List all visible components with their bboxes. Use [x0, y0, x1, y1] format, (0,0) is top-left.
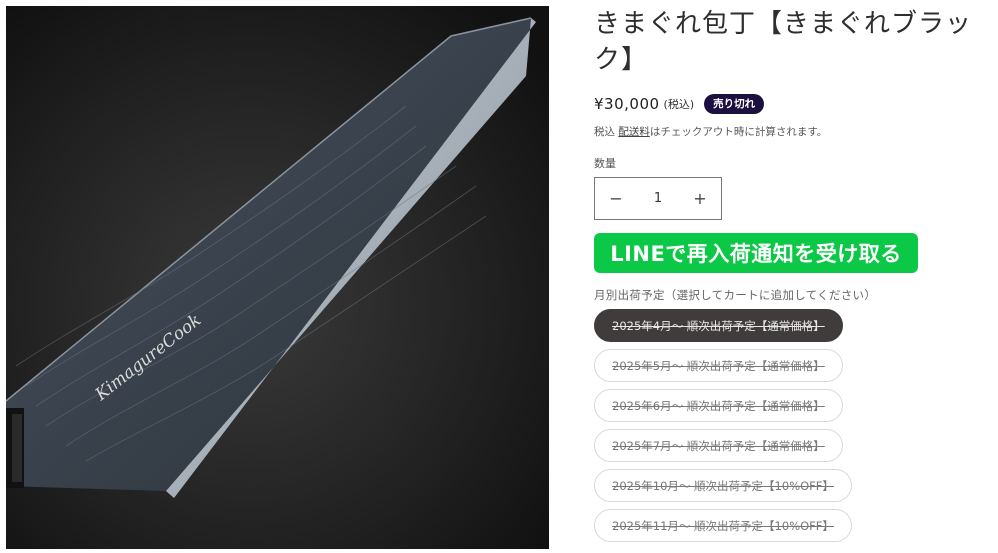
title-line-1: きまぐれ包丁【きまぐれブラッ — [594, 9, 973, 39]
product-image[interactable]: KimagureCook — [6, 6, 549, 549]
tax-inclusive-label: (税込) — [663, 98, 695, 111]
shipping-suffix: はチェックアウト時に計算されます。 — [649, 126, 828, 138]
quantity-label: 数量 — [594, 157, 616, 170]
price-row: ¥30,000 (税込) 売り切れ — [594, 92, 994, 116]
decrement-button[interactable]: − — [595, 178, 637, 219]
variant-option-2025-10[interactable]: 2025年10月〜 順次出荷予定【10%OFF】 — [594, 469, 852, 502]
sold-out-badge: 売り切れ — [704, 94, 765, 114]
shipping-month-label: 月別出荷予定（選択してカートに追加してください） — [594, 288, 877, 302]
shipping-note: 税込 配送料はチェックアウト時に計算されます。 — [594, 124, 994, 139]
knife-photo: KimagureCook — [6, 6, 549, 549]
quantity-stepper: − 1 + — [594, 177, 722, 220]
page-title: きまぐれ包丁【きまぐれブラッ ク】 — [594, 6, 994, 78]
quantity-input[interactable]: 1 — [643, 191, 673, 206]
variant-option-2025-05[interactable]: 2025年5月〜 順次出荷予定【通常価格】 — [594, 349, 843, 382]
product-info: きまぐれ包丁【きまぐれブラッ ク】 ¥30,000 (税込) 売り切れ 税込 配… — [594, 6, 994, 549]
variant-option-2025-06[interactable]: 2025年6月〜 順次出荷予定【通常価格】 — [594, 389, 843, 422]
shipping-link[interactable]: 配送料 — [618, 126, 650, 138]
increment-button[interactable]: + — [679, 178, 721, 219]
price: ¥30,000 — [594, 95, 660, 113]
variant-option-2025-07[interactable]: 2025年7月〜 順次出荷予定【通常価格】 — [594, 429, 843, 462]
variant-option-2025-04[interactable]: 2025年4月〜 順次出荷予定【通常価格】 — [594, 309, 843, 342]
variant-option-2025-11[interactable]: 2025年11月〜 順次出荷予定【10%OFF】 — [594, 509, 852, 542]
shipping-month-options: 2025年4月〜 順次出荷予定【通常価格】 2025年5月〜 順次出荷予定【通常… — [594, 309, 994, 549]
line-restock-notify-button[interactable]: LINEで再入荷通知を受け取る — [594, 233, 918, 273]
title-line-2: ク】 — [594, 45, 649, 75]
shipping-prefix: 税込 — [594, 126, 619, 138]
